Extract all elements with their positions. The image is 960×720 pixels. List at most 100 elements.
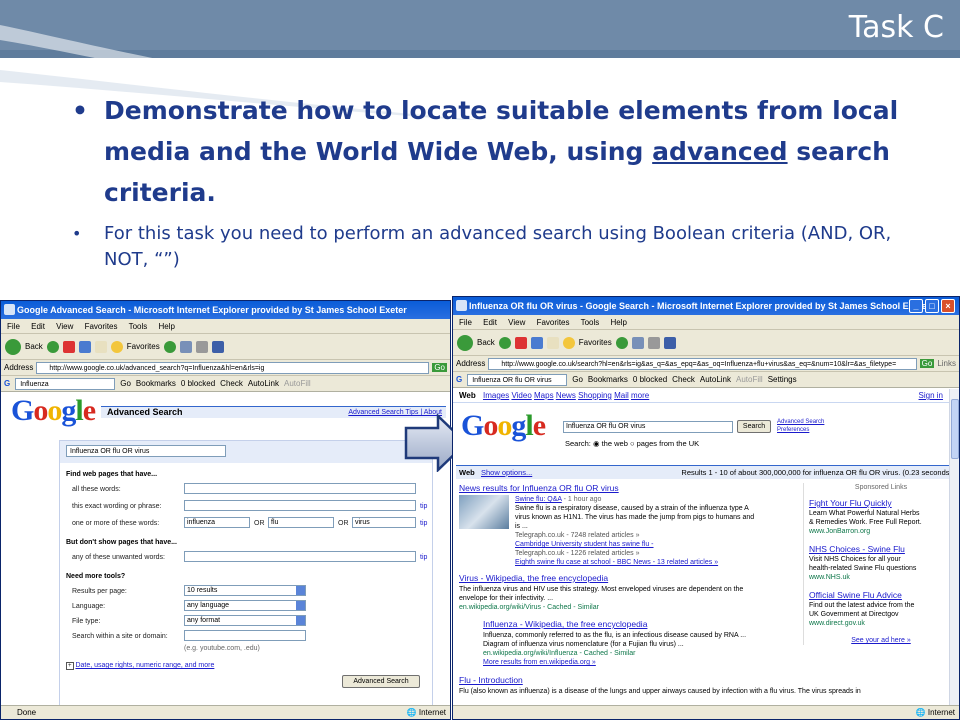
toolbar-autofill[interactable]: AutoFill <box>736 375 763 384</box>
date-usage-rights-link[interactable]: Date, usage rights, numeric range, and m… <box>75 662 214 669</box>
or-input-1[interactable]: influenza <box>184 517 250 528</box>
toolbar-popups-blocked[interactable]: 0 blocked <box>181 379 215 388</box>
favorites-button[interactable]: Favorites <box>127 342 160 351</box>
exact-phrase-input[interactable] <box>184 500 416 511</box>
menu-help[interactable]: Help <box>611 318 627 327</box>
address-input[interactable]: http://www.google.co.uk/advanced_search?… <box>36 361 430 374</box>
menu-edit[interactable]: Edit <box>31 322 45 331</box>
history-icon[interactable] <box>615 336 628 349</box>
news-2-link[interactable]: Cambridge University student has swine f… <box>515 540 654 549</box>
close-icon[interactable]: × <box>941 299 955 313</box>
ad-2-url[interactable]: www.NHS.uk <box>809 574 850 581</box>
maximize-icon[interactable]: □ <box>925 299 939 313</box>
ad-1-url[interactable]: www.JonBarron.org <box>809 528 870 535</box>
all-words-input[interactable] <box>184 483 416 494</box>
or-input-3[interactable]: virus <box>352 517 416 528</box>
result-1-url[interactable]: en.wikipedia.org/wiki/Virus - Cached - S… <box>459 603 599 612</box>
result-1-title[interactable]: Virus - Wikipedia, the free encyclopedia <box>459 573 608 584</box>
news-1-source[interactable]: Telegraph.co.uk - 7248 related articles … <box>515 531 640 540</box>
news-2-source[interactable]: Telegraph.co.uk - 1226 related articles … <box>515 549 640 558</box>
toolbar-autolink[interactable]: AutoLink <box>700 375 731 384</box>
forward-icon[interactable] <box>498 336 511 349</box>
mail-icon[interactable] <box>179 340 192 353</box>
toolbar-check[interactable]: Check <box>220 379 243 388</box>
favorites-star-icon[interactable] <box>562 336 575 349</box>
tab-web[interactable]: Web <box>459 391 476 400</box>
tab-shopping[interactable]: Shopping <box>578 391 612 400</box>
language-select[interactable]: any language <box>184 600 306 611</box>
vertical-scrollbar[interactable] <box>949 389 959 705</box>
back-icon[interactable] <box>457 334 473 351</box>
unwanted-words-input[interactable] <box>184 551 416 562</box>
toolbar-check[interactable]: Check <box>672 375 695 384</box>
go-button[interactable]: Go <box>432 363 447 372</box>
toolbar-autolink[interactable]: AutoLink <box>248 379 279 388</box>
query-preview-field[interactable]: Influenza OR flu OR virus <box>66 445 226 457</box>
go-button[interactable]: Go <box>919 359 935 368</box>
refresh-icon[interactable] <box>78 340 91 353</box>
word-icon[interactable] <box>211 340 224 353</box>
news-3-link[interactable]: Eighth swine flu case at school - BBC Ne… <box>515 558 718 567</box>
toolbar-go[interactable]: Go <box>572 375 583 384</box>
minimize-icon[interactable]: _ <box>909 299 923 313</box>
file-type-select[interactable]: any format <box>184 615 306 626</box>
tab-images[interactable]: Images <box>483 391 509 400</box>
home-icon[interactable] <box>94 340 107 353</box>
tab-news[interactable]: News <box>556 391 576 400</box>
more-results-link[interactable]: More results from en.wikipedia.org » <box>483 658 596 667</box>
ad-2-title[interactable]: NHS Choices - Swine Flu <box>809 544 905 554</box>
advanced-search-link[interactable]: Advanced Search <box>777 419 824 425</box>
result-2-url[interactable]: en.wikipedia.org/wiki/Influenza - Cached… <box>483 649 636 658</box>
toolbar-bookmarks[interactable]: Bookmarks <box>136 379 176 388</box>
favorites-star-icon[interactable] <box>110 340 123 353</box>
expand-plus-icon[interactable]: + <box>66 662 74 670</box>
menu-file[interactable]: File <box>7 322 20 331</box>
menu-view[interactable]: View <box>56 322 73 331</box>
date-more-link-row[interactable]: + Date, usage rights, numeric range, and… <box>66 662 214 670</box>
tab-more[interactable]: more <box>631 391 649 400</box>
refresh-icon[interactable] <box>530 336 543 349</box>
menu-edit[interactable]: Edit <box>483 318 497 327</box>
unwanted-tip-link[interactable]: tip <box>420 554 427 561</box>
news-results-link[interactable]: News results for Influenza OR flu OR vir… <box>459 483 619 494</box>
links-button[interactable]: Links <box>937 359 956 368</box>
radio-uk-icon[interactable]: ○ <box>630 439 635 448</box>
result-3-title[interactable]: Flu - Introduction <box>459 675 523 686</box>
print-icon[interactable] <box>195 340 208 353</box>
word-icon[interactable] <box>663 336 676 349</box>
tab-mail[interactable]: Mail <box>614 391 629 400</box>
result-2-title[interactable]: Influenza - Wikipedia, the free encyclop… <box>483 619 647 630</box>
menu-favorites[interactable]: Favorites <box>537 318 570 327</box>
menu-favorites[interactable]: Favorites <box>85 322 118 331</box>
advanced-search-submit-button[interactable]: Advanced Search <box>342 675 420 688</box>
back-button[interactable]: Back <box>477 338 495 347</box>
history-icon[interactable] <box>163 340 176 353</box>
toolbar-popups-blocked[interactable]: 0 blocked <box>633 375 667 384</box>
see-your-ad-link[interactable]: See your ad here » <box>851 637 911 644</box>
ad-3-url[interactable]: www.direct.gov.uk <box>809 620 865 627</box>
toolbar-autofill[interactable]: AutoFill <box>284 379 311 388</box>
radio-uk-label[interactable]: pages from the UK <box>637 439 700 448</box>
radio-web-icon[interactable]: ◉ <box>593 439 600 448</box>
tab-video[interactable]: Video <box>511 391 531 400</box>
stop-icon[interactable] <box>514 336 527 349</box>
exact-tip-link[interactable]: tip <box>420 503 427 510</box>
preferences-link[interactable]: Preferences <box>777 427 809 433</box>
search-within-input[interactable] <box>184 630 306 641</box>
show-options-link[interactable]: Show options... <box>481 468 532 477</box>
ad-3-title[interactable]: Official Swine Flu Advice <box>809 590 902 600</box>
or-input-2[interactable]: flu <box>268 517 334 528</box>
scrollbar-thumb[interactable] <box>951 399 959 459</box>
mail-icon[interactable] <box>631 336 644 349</box>
search-input[interactable]: Influenza OR flu OR virus <box>563 421 733 433</box>
back-button[interactable]: Back <box>25 342 43 351</box>
print-icon[interactable] <box>647 336 660 349</box>
radio-web-label[interactable]: the web <box>602 439 628 448</box>
google-toolbar-search[interactable]: Influenza <box>15 377 116 390</box>
google-toolbar-search[interactable]: Influenza OR flu OR virus <box>467 373 568 386</box>
ad-1-title[interactable]: Fight Your Flu Quickly <box>809 498 892 508</box>
toolbar-go[interactable]: Go <box>120 379 131 388</box>
menu-tools[interactable]: Tools <box>129 322 148 331</box>
results-per-page-select[interactable]: 10 results <box>184 585 306 596</box>
address-input[interactable]: http://www.google.co.uk/search?hl=en&rls… <box>488 357 917 370</box>
